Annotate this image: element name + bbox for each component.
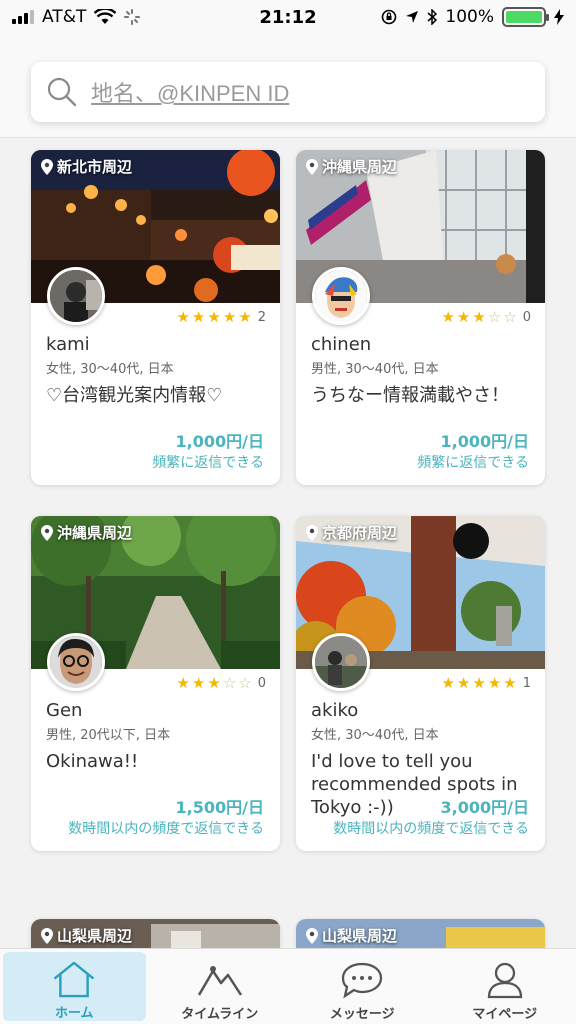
- area-tag: 京都府周辺: [306, 522, 397, 543]
- star-empty-icon: ☆: [503, 308, 517, 326]
- avatar[interactable]: [312, 633, 370, 691]
- star-filled-icon: ★: [487, 674, 502, 692]
- catchphrase: ♡台湾観光案内情報♡: [46, 385, 223, 406]
- area-tag: 山梨県周辺: [306, 925, 397, 946]
- search-placeholder: 地名、@KINPEN ID: [91, 81, 290, 106]
- user-meta: 男性, 30〜40代, 日本: [311, 362, 439, 377]
- star-filled-icon: ★: [207, 308, 221, 326]
- guide-card-feed[interactable]: 新北市周辺 ★ ★ ★ ★ ★ 2 kami 女性, 30〜40代, 日本 ♡台湾観光案内…: [0, 138, 576, 948]
- location-pin-icon: [306, 158, 318, 175]
- star-rating: ★ ★ ★ ☆ ☆ 0: [176, 674, 266, 692]
- avatar[interactable]: [312, 267, 370, 325]
- review-count: 2: [257, 310, 266, 325]
- rotation-lock-icon: [382, 9, 397, 25]
- wifi-icon: [94, 9, 117, 24]
- star-empty-icon: ☆: [487, 308, 502, 326]
- catchphrase: うちなー情報満載やさ！: [311, 385, 509, 406]
- star-filled-icon: ★: [456, 674, 471, 692]
- avatar[interactable]: [47, 267, 105, 325]
- carrier-name: AT&T: [42, 7, 87, 27]
- guide-card[interactable]: 沖縄県周辺 ★ ★ ★ ☆ ☆ 0 chinen 男性, 30〜40代, 日本 うちなー情…: [296, 150, 545, 485]
- search-icon: [47, 77, 77, 107]
- price: 1,500円/日: [175, 798, 264, 817]
- battery-icon: [502, 7, 549, 27]
- guide-card[interactable]: 京都府周辺 ★ ★ ★ ★ ★ 1 akiko 女性, 30〜40代, 日本 I'd lo…: [296, 516, 545, 851]
- tab-home[interactable]: ホーム: [3, 952, 146, 1021]
- guide-card[interactable]: 新北市周辺 ★ ★ ★ ★ ★ 2 kami 女性, 30〜40代, 日本 ♡台湾観光案内…: [31, 150, 280, 485]
- star-filled-icon: ★: [191, 674, 206, 692]
- bottom-tab-bar: ホーム タイムライン メッセージ マイページ: [0, 948, 576, 1024]
- avatar-photo: [315, 636, 367, 688]
- star-empty-icon: ☆: [222, 674, 237, 692]
- user-name: Gen: [46, 700, 83, 721]
- avatar-photo: [50, 270, 102, 322]
- person-icon: [487, 962, 522, 999]
- star-filled-icon: ★: [191, 308, 206, 326]
- guide-card[interactable]: 山梨県周辺: [31, 919, 280, 948]
- user-meta: 女性, 30〜40代, 日本: [311, 728, 439, 743]
- tab-messages[interactable]: メッセージ: [291, 949, 434, 1024]
- star-empty-icon: ☆: [238, 674, 252, 692]
- avatar-illustration: [315, 270, 367, 322]
- status-bar: AT&T 21:12 100%: [0, 0, 576, 34]
- location-pin-icon: [41, 524, 53, 541]
- reply-frequency: 頻繁に返信できる: [417, 455, 529, 471]
- user-name: chinen: [311, 334, 372, 355]
- star-filled-icon: ★: [441, 674, 455, 692]
- star-filled-icon: ★: [456, 308, 471, 326]
- star-filled-icon: ★: [176, 308, 190, 326]
- reply-frequency: 数時間以内の頻度で返信できる: [333, 821, 529, 837]
- user-meta: 女性, 30〜40代, 日本: [46, 362, 174, 377]
- user-name: kami: [46, 334, 90, 355]
- star-rating: ★ ★ ★ ★ ★ 1: [441, 674, 531, 692]
- avatar-photo: [50, 636, 102, 688]
- star-rating: ★ ★ ★ ☆ ☆ 0: [441, 308, 531, 326]
- star-filled-icon: ★: [472, 308, 486, 326]
- price: 1,000円/日: [440, 432, 529, 451]
- price: 3,000円/日: [440, 798, 529, 817]
- area-tag: 新北市周辺: [41, 156, 132, 177]
- guide-card[interactable]: 沖縄県周辺 ★ ★ ★ ☆ ☆ 0 Gen 男性, 20代以下, 日本 Okinawa!!…: [31, 516, 280, 851]
- reply-frequency: 頻繁に返信できる: [152, 455, 264, 471]
- area-tag: 沖縄県周辺: [306, 156, 397, 177]
- star-filled-icon: ★: [222, 308, 237, 326]
- location-pin-icon: [41, 158, 53, 175]
- search-input[interactable]: 地名、@KINPEN ID: [31, 62, 545, 122]
- star-filled-icon: ★: [441, 308, 455, 326]
- signal-strength-icon: [12, 10, 34, 24]
- tab-timeline[interactable]: タイムライン: [149, 949, 292, 1024]
- loading-spinner-icon: [124, 9, 141, 25]
- location-pin-icon: [306, 927, 318, 944]
- review-count: 0: [257, 676, 266, 691]
- review-count: 1: [522, 676, 531, 691]
- user-meta: 男性, 20代以下, 日本: [46, 728, 171, 743]
- user-name: akiko: [311, 700, 359, 721]
- catchphrase: Okinawa!!: [46, 751, 139, 772]
- charging-bolt-icon: [554, 9, 564, 25]
- tab-mypage[interactable]: マイページ: [434, 949, 576, 1024]
- chat-bubble-icon: [342, 962, 383, 999]
- battery-percent: 100%: [445, 7, 494, 27]
- area-tag: 山梨県周辺: [41, 925, 132, 946]
- star-filled-icon: ★: [503, 674, 517, 692]
- search-header: 地名、@KINPEN ID: [0, 34, 576, 138]
- status-time: 21:12: [259, 6, 317, 28]
- location-arrow-icon: [406, 11, 419, 23]
- price: 1,000円/日: [175, 432, 264, 451]
- star-filled-icon: ★: [472, 674, 486, 692]
- star-filled-icon: ★: [238, 308, 252, 326]
- avatar[interactable]: [47, 633, 105, 691]
- star-filled-icon: ★: [207, 674, 221, 692]
- bluetooth-icon: [427, 9, 438, 25]
- guide-card[interactable]: 山梨県周辺: [296, 919, 545, 948]
- star-rating: ★ ★ ★ ★ ★ 2: [176, 308, 266, 326]
- mountain-icon: [197, 966, 242, 996]
- reply-frequency: 数時間以内の頻度で返信できる: [68, 821, 264, 837]
- review-count: 0: [522, 310, 531, 325]
- location-pin-icon: [41, 927, 53, 944]
- area-tag: 沖縄県周辺: [41, 522, 132, 543]
- star-filled-icon: ★: [176, 674, 190, 692]
- home-icon: [54, 961, 95, 998]
- location-pin-icon: [306, 524, 318, 541]
